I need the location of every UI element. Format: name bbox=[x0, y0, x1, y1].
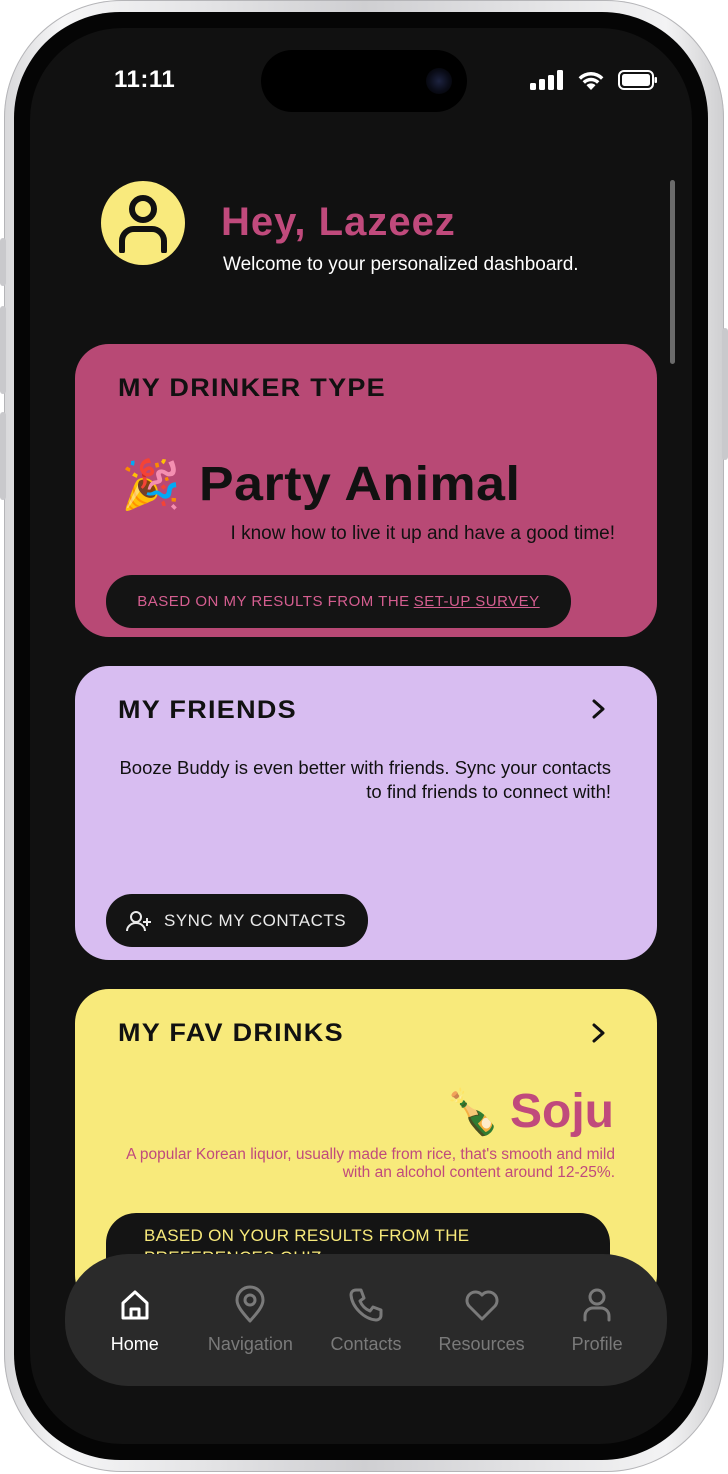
add-user-icon bbox=[126, 910, 151, 931]
greeting-title: Hey, Lazeez bbox=[221, 200, 456, 244]
fav-drink-row: 🍾 Soju bbox=[445, 1084, 614, 1139]
phone-icon bbox=[349, 1288, 383, 1322]
bottom-tab-bar: Home Navigation Contacts Resources Profi… bbox=[65, 1254, 667, 1386]
drinker-type-row: 🎉 Party Animal bbox=[121, 456, 520, 513]
drinker-type-title: MY DRINKER TYPE bbox=[118, 374, 386, 402]
action-button bbox=[0, 238, 6, 286]
preferences-source-text: BASED ON YOUR RESULTS FROM THE bbox=[144, 1226, 470, 1245]
home-icon bbox=[121, 1290, 149, 1320]
wifi-icon bbox=[578, 72, 604, 90]
chevron-right-icon[interactable] bbox=[587, 1022, 609, 1044]
tab-contacts-label: Contacts bbox=[330, 1334, 402, 1354]
screen: 11:11 Hey, Lazeez Welcome to your person… bbox=[30, 28, 692, 1444]
tab-resources[interactable]: Resources bbox=[427, 1285, 537, 1355]
person-icon bbox=[583, 1288, 611, 1322]
friends-title: MY FRIENDS bbox=[118, 696, 297, 724]
tab-resources-label: Resources bbox=[438, 1334, 525, 1354]
tab-contacts[interactable]: Contacts bbox=[311, 1285, 421, 1355]
status-time: 11:11 bbox=[114, 66, 176, 93]
tab-profile-label: Profile bbox=[571, 1334, 623, 1354]
chevron-right-icon[interactable] bbox=[587, 698, 609, 720]
front-camera-icon bbox=[426, 68, 452, 94]
dynamic-island bbox=[261, 50, 467, 112]
user-icon bbox=[119, 195, 167, 253]
status-bar: 11:11 bbox=[30, 28, 692, 138]
friends-card[interactable]: MY FRIENDS Booze Buddy is even better wi… bbox=[75, 666, 657, 960]
sync-contacts-label: SYNC MY CONTACTS bbox=[164, 910, 347, 930]
tab-profile[interactable]: Profile bbox=[542, 1285, 652, 1355]
status-icons bbox=[530, 68, 658, 92]
avatar[interactable] bbox=[101, 181, 185, 265]
setup-survey-link[interactable]: SET-UP SURVEY bbox=[414, 593, 540, 610]
volume-down-button bbox=[0, 412, 6, 500]
tab-navigation[interactable]: Navigation bbox=[195, 1285, 305, 1355]
tab-home[interactable]: Home bbox=[80, 1285, 190, 1355]
location-pin-icon bbox=[235, 1285, 265, 1323]
power-button bbox=[722, 328, 728, 460]
drinker-type-card[interactable]: MY DRINKER TYPE 🎉 Party Animal I know ho… bbox=[75, 344, 657, 637]
tab-navigation-label: Navigation bbox=[207, 1334, 293, 1354]
friends-description: Booze Buddy is even better with friends.… bbox=[119, 757, 611, 802]
scroll-indicator[interactable] bbox=[670, 180, 675, 364]
fav-drink-name: Soju bbox=[510, 1085, 614, 1138]
champagne-bottle-icon: 🍾 bbox=[445, 1087, 500, 1137]
battery-icon bbox=[618, 70, 657, 90]
survey-source-pill: BASED ON MY RESULTS FROM THE SET-UP SURV… bbox=[106, 575, 571, 628]
tab-home-label: Home bbox=[110, 1334, 159, 1354]
fav-drinks-title: MY FAV DRINKS bbox=[118, 1019, 344, 1047]
fav-drink-description: A popular Korean liquor, usually made fr… bbox=[126, 1146, 615, 1181]
drinker-type-description: I know how to live it up and have a good… bbox=[230, 523, 615, 544]
volume-up-button bbox=[0, 306, 6, 394]
sync-contacts-button[interactable]: SYNC MY CONTACTS bbox=[106, 894, 368, 947]
survey-source-text: BASED ON MY RESULTS FROM THE bbox=[137, 593, 410, 610]
drinker-type-name: Party Animal bbox=[198, 458, 521, 511]
heart-icon bbox=[465, 1290, 499, 1321]
party-popper-icon: 🎉 bbox=[121, 459, 181, 512]
welcome-subtitle: Welcome to your personalized dashboard. bbox=[223, 254, 579, 275]
signal-icon bbox=[530, 70, 563, 90]
